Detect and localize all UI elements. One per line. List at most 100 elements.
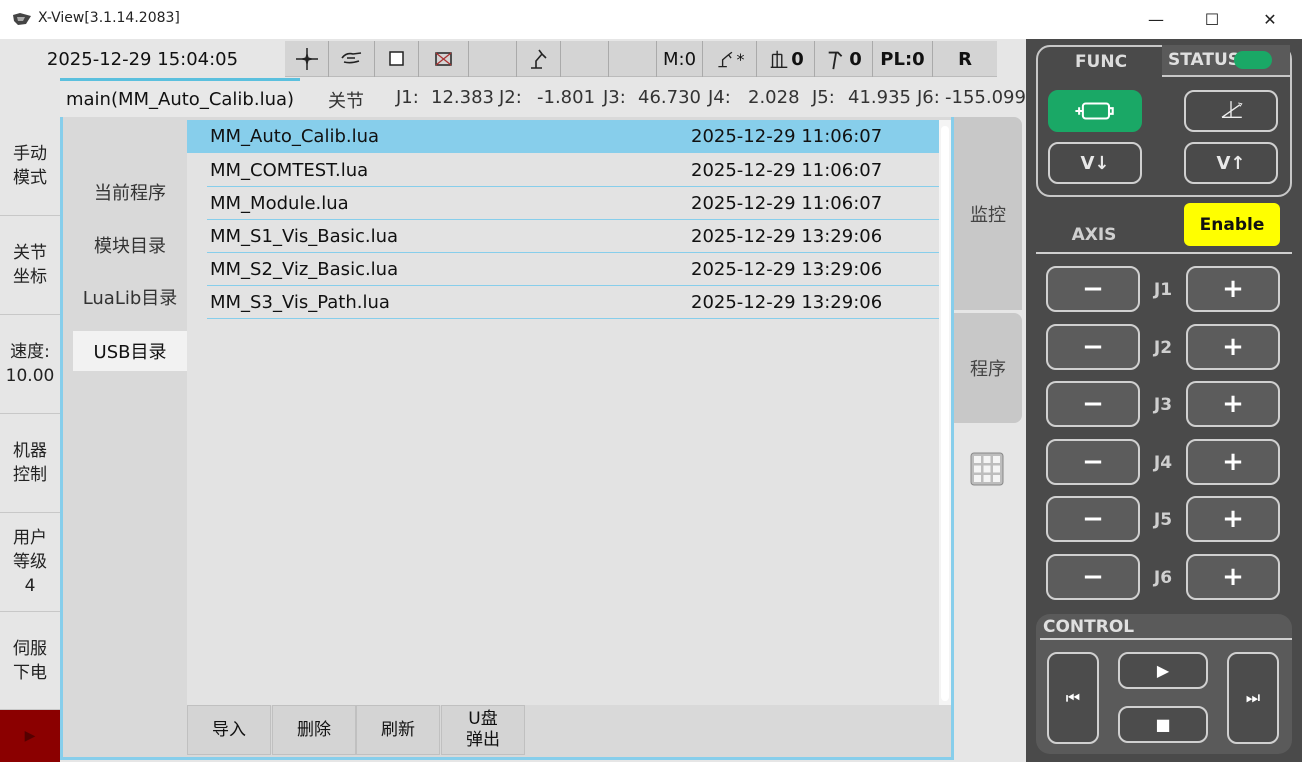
stop-button[interactable]: ■	[1118, 706, 1208, 743]
nav-user-level[interactable]: 用户 等级 4	[0, 513, 60, 612]
j6-minus-button[interactable]: −	[1046, 554, 1140, 600]
j2-value: -1.801	[537, 87, 596, 108]
file-row[interactable]: MM_Auto_Calib.lua 2025-12-29 11:06:07	[187, 120, 939, 153]
mode-indicator: M:0	[657, 41, 703, 77]
blank-slot	[561, 41, 609, 77]
play-button[interactable]: ▶	[1118, 652, 1208, 689]
tool-coord-indicator[interactable]: 0	[815, 41, 873, 77]
j5-minus-button[interactable]: −	[1046, 496, 1140, 542]
j2-label: J2:	[499, 87, 522, 108]
app-logo-icon	[13, 13, 31, 25]
coord-mode-label: 关节	[328, 91, 364, 112]
control-label: CONTROL	[1043, 617, 1135, 637]
coordinate-switch-button[interactable]	[1184, 90, 1278, 132]
nav-joint-coord[interactable]: 关节 坐标	[0, 216, 60, 315]
keypad-grid-icon[interactable]	[970, 452, 1004, 486]
j2-plus-button[interactable]: +	[1186, 324, 1280, 370]
hand-guide-icon[interactable]	[329, 41, 375, 77]
j5-label: J5:	[812, 87, 835, 108]
minimize-button[interactable]: —	[1128, 0, 1184, 39]
motor-power-button[interactable]	[1048, 90, 1142, 132]
tab-main-program[interactable]: main(MM_Auto_Calib.lua)	[60, 78, 300, 118]
j5-axis-label: J5	[1153, 510, 1173, 530]
window-title: X-View[3.1.14.2083]	[38, 10, 180, 26]
file-row[interactable]: MM_S1_Vis_Basic.lua 2025-12-29 13:29:06	[207, 220, 939, 253]
j4-label: J4:	[708, 87, 731, 108]
j6-plus-button[interactable]: +	[1186, 554, 1280, 600]
j3-plus-button[interactable]: +	[1186, 381, 1280, 427]
j3-minus-button[interactable]: −	[1046, 381, 1140, 427]
robot-tool-indicator[interactable]: *	[703, 41, 757, 77]
step-back-button[interactable]: ⏮	[1047, 652, 1099, 744]
user-coord-indicator[interactable]: 0	[757, 41, 815, 77]
category-lualib-dir[interactable]: LuaLib目录	[73, 277, 187, 317]
play-icon: ▶	[1156, 661, 1170, 680]
tab-monitor[interactable]: 监控	[954, 117, 1022, 310]
file-date: 2025-12-29 13:29:06	[691, 259, 883, 280]
file-date: 2025-12-29 11:06:07	[691, 126, 883, 147]
speed-down-button[interactable]: V↓	[1048, 142, 1142, 184]
checkbox-icon[interactable]	[375, 41, 419, 77]
j5-value: 41.935	[848, 87, 911, 108]
tab-program[interactable]: 程序	[954, 313, 1022, 423]
maximize-button[interactable]: ☐	[1184, 0, 1240, 39]
j5-plus-button[interactable]: +	[1186, 496, 1280, 542]
robot-arm-icon[interactable]	[517, 41, 561, 77]
j4-value: 2.028	[748, 87, 800, 108]
file-name: MM_COMTEST.lua	[210, 160, 369, 181]
file-name: MM_S2_Viz_Basic.lua	[210, 259, 399, 280]
axis-label: AXIS	[1071, 225, 1117, 245]
j1-minus-button[interactable]: −	[1046, 266, 1140, 312]
speed-up-button[interactable]: V↑	[1184, 142, 1278, 184]
category-module-dir[interactable]: 模块目录	[73, 225, 187, 265]
category-current-program[interactable]: 当前程序	[73, 172, 187, 212]
j6-axis-label: J6	[1153, 568, 1173, 588]
status-led	[1234, 51, 1272, 69]
j1-value: 12.383	[431, 87, 494, 108]
file-list-scrollbar[interactable]	[939, 120, 951, 705]
file-name: MM_Module.lua	[210, 193, 349, 214]
run-indicator[interactable]: ▶	[0, 710, 60, 762]
scrollbar-thumb[interactable]	[941, 126, 949, 701]
nav-speed[interactable]: 速度: 10.00	[0, 315, 60, 414]
file-date: 2025-12-29 13:29:06	[691, 292, 883, 313]
enable-button[interactable]: Enable	[1184, 203, 1280, 246]
j4-minus-button[interactable]: −	[1046, 439, 1140, 485]
stop-icon: ■	[1155, 715, 1171, 734]
file-date: 2025-12-29 11:06:07	[691, 193, 883, 214]
j4-axis-label: J4	[1153, 453, 1173, 473]
j1-label: J1:	[396, 87, 419, 108]
status-label: STATUS	[1168, 50, 1241, 70]
j4-plus-button[interactable]: +	[1186, 439, 1280, 485]
file-row[interactable]: MM_COMTEST.lua 2025-12-29 11:06:07	[207, 154, 939, 187]
motor-status-icon[interactable]	[419, 41, 469, 77]
func-label[interactable]: FUNC	[1040, 47, 1162, 77]
hammer-icon	[828, 51, 843, 70]
nav-robot-control[interactable]: 机器 控制	[0, 414, 60, 513]
file-row[interactable]: MM_Module.lua 2025-12-29 11:06:07	[207, 187, 939, 220]
category-usb-dir[interactable]: USB目录	[73, 331, 187, 371]
robot-tool-icon	[717, 51, 732, 68]
refresh-button[interactable]: 刷新	[356, 705, 440, 755]
delete-button[interactable]: 删除	[272, 705, 356, 755]
close-button[interactable]: ✕	[1242, 0, 1298, 39]
j2-axis-label: J2	[1153, 338, 1173, 358]
import-button[interactable]: 导入	[187, 705, 271, 755]
skip-back-icon: ⏮	[1065, 688, 1081, 707]
j1-plus-button[interactable]: +	[1186, 266, 1280, 312]
j1-axis-label: J1	[1153, 280, 1173, 300]
crosshair-icon[interactable]	[285, 41, 329, 77]
file-row[interactable]: MM_S2_Viz_Basic.lua 2025-12-29 13:29:06	[207, 253, 939, 286]
datetime-display: 2025-12-29 15:04:05	[0, 39, 285, 79]
axis-divider	[1036, 252, 1292, 254]
j2-minus-button[interactable]: −	[1046, 324, 1140, 370]
file-row[interactable]: MM_S3_Vis_Path.lua 2025-12-29 13:29:06	[207, 286, 939, 319]
step-forward-button[interactable]: ⏭	[1227, 652, 1279, 744]
play-triangle-icon: ▶	[24, 728, 36, 744]
joint-readout-bar: 关节 J1: 12.383 J2: -1.801 J3: 46.730 J4: …	[300, 79, 1026, 117]
nav-servo-off[interactable]: 伺服 下电	[0, 612, 60, 710]
nav-manual-mode[interactable]: 手动 模式	[0, 117, 60, 216]
eject-usb-button[interactable]: U盘 弹出	[441, 705, 525, 755]
file-date: 2025-12-29 11:06:07	[691, 160, 883, 181]
title-bar: X-View[3.1.14.2083] — ☐ ✕	[0, 0, 1302, 39]
